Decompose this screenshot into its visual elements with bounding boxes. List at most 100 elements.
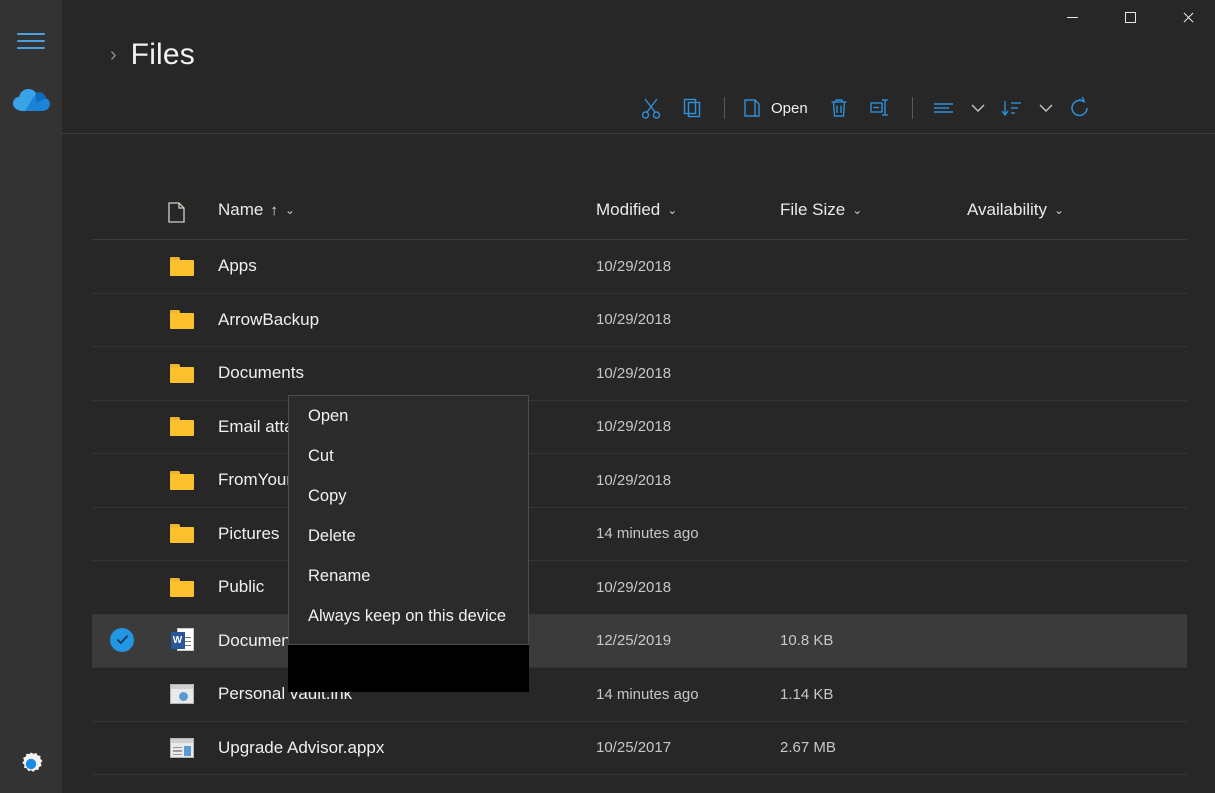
chevron-down-icon: ⌄ — [852, 203, 863, 217]
page-title: Files — [130, 38, 196, 71]
refresh-button[interactable] — [1059, 89, 1101, 127]
context-menu-item[interactable]: Open — [289, 396, 528, 436]
open-button[interactable]: Open — [735, 89, 818, 127]
rename-button[interactable] — [860, 89, 902, 127]
toolbar-divider-2 — [911, 97, 913, 119]
row-checkbox[interactable] — [110, 627, 136, 654]
view-lines-icon — [933, 103, 953, 113]
toolbar-divider-1 — [724, 97, 725, 119]
table-row[interactable]: Email atta 10/29/2018 — [92, 401, 1187, 454]
file-list: Apps 10/29/2018 ArrowBackup 10/29/2018 Docum… — [92, 240, 1187, 775]
table-row[interactable]: ArrowBackup 10/29/2018 — [92, 294, 1187, 347]
word-document-icon: W — [170, 627, 194, 654]
table-row[interactable]: FromYour 10/29/2018 — [92, 454, 1187, 508]
appx-package-icon — [170, 737, 194, 758]
copy-icon — [683, 98, 701, 118]
minimize-button[interactable] — [1043, 0, 1101, 34]
row-file-icon — [168, 306, 196, 334]
context-menu-render-artifact — [288, 645, 529, 692]
context-menu-item[interactable]: Copy — [289, 476, 528, 516]
table-row[interactable]: W Documen 12/25/2019 10.8 KB — [92, 614, 1187, 668]
row-file-icon — [168, 680, 196, 708]
sort-chevron-down-icon[interactable] — [1033, 89, 1059, 127]
settings-gear-button[interactable] — [16, 749, 46, 779]
row-file-icon — [168, 359, 196, 387]
close-button[interactable] — [1159, 0, 1215, 34]
row-file-size: 2.67 MB — [780, 739, 836, 757]
view-chevron-down-icon[interactable] — [965, 89, 991, 127]
row-file-icon — [168, 252, 196, 280]
row-modified: 12/25/2019 — [596, 632, 672, 650]
open-button-label: Open — [771, 99, 808, 117]
folder-icon — [170, 577, 194, 597]
row-modified: 14 minutes ago — [596, 685, 699, 703]
context-menu-item[interactable]: Delete — [289, 516, 528, 556]
column-header-name[interactable]: Name ↑ ⌄ — [218, 196, 295, 224]
table-row[interactable]: Documents 10/29/2018 — [92, 347, 1187, 401]
column-header-availability[interactable]: Availability ⌄ — [967, 196, 1064, 224]
table-row[interactable]: Public 10/29/2018 — [92, 561, 1187, 615]
row-modified: 10/25/2017 — [596, 739, 672, 757]
row-file-icon — [168, 734, 196, 762]
sort-icon — [1001, 101, 1021, 117]
row-name: Upgrade Advisor.appx — [218, 737, 385, 757]
row-name: Apps — [218, 256, 257, 276]
maximize-icon — [1124, 11, 1136, 23]
table-row[interactable]: Apps 10/29/2018 — [92, 240, 1187, 294]
row-name: Documen — [218, 630, 291, 650]
table-row[interactable]: Upgrade Advisor.appx 10/25/2017 2.67 MB — [92, 722, 1187, 775]
column-header-modified-label: Modified — [596, 200, 661, 219]
column-header-icon[interactable] — [168, 198, 185, 226]
chevron-down-icon: ⌄ — [284, 203, 295, 217]
row-modified: 10/29/2018 — [596, 418, 672, 436]
maximize-button[interactable] — [1101, 0, 1159, 34]
minimize-icon — [1066, 16, 1078, 18]
column-header-name-label: Name — [218, 200, 264, 219]
row-modified: 10/29/2018 — [596, 364, 672, 382]
folder-icon — [170, 524, 194, 544]
copy-button[interactable] — [672, 89, 714, 127]
table-row[interactable]: Personal vault.lnk 14 minutes ago 1.14 KB — [92, 668, 1187, 722]
column-header-modified[interactable]: Modified ⌄ — [596, 196, 677, 224]
context-menu-item[interactable]: Rename — [289, 556, 528, 596]
context-menu: Open Cut Copy Delete Rename Always keep on th… — [288, 395, 529, 645]
sidebar — [0, 0, 62, 793]
view-button[interactable] — [923, 89, 965, 127]
delete-button[interactable] — [818, 89, 860, 127]
gear-icon — [22, 752, 43, 772]
open-folder-icon — [744, 99, 760, 117]
cut-button[interactable] — [630, 89, 672, 127]
column-header-file-size[interactable]: File Size ⌄ — [780, 196, 862, 224]
chevron-down-icon: ⌄ — [667, 203, 678, 217]
row-modified: 14 minutes ago — [596, 525, 699, 543]
row-modified: 10/29/2018 — [596, 311, 672, 329]
onedrive-window: › Files Open Name ↑ ⌄ Modified ⌄ File Si… — [0, 0, 1215, 793]
folder-icon — [170, 417, 194, 437]
sort-button[interactable] — [991, 89, 1033, 127]
sort-ascending-icon: ↑ — [270, 201, 278, 219]
context-menu-item[interactable]: Cut — [289, 436, 528, 476]
row-name: Email atta — [218, 416, 294, 436]
row-name: Documents — [218, 363, 304, 383]
row-name: Public — [218, 577, 265, 597]
table-row[interactable]: Pictures 14 minutes ago — [92, 508, 1187, 561]
row-name: Pictures — [218, 523, 280, 543]
row-file-icon — [168, 573, 196, 601]
chevron-right-icon: › — [110, 44, 117, 66]
toolbar: Open — [630, 87, 1101, 129]
rename-icon — [870, 99, 888, 116]
scissors-icon — [641, 98, 661, 119]
trash-icon — [831, 99, 847, 117]
row-modified: 10/29/2018 — [596, 257, 672, 275]
row-name: FromYour — [218, 470, 293, 490]
onedrive-cloud-icon[interactable] — [12, 85, 50, 115]
row-modified: 10/29/2018 — [596, 471, 672, 489]
row-file-icon: W — [168, 627, 196, 655]
hamburger-icon[interactable] — [17, 33, 45, 49]
row-file-icon — [168, 520, 196, 548]
shortcut-link-icon — [170, 684, 194, 705]
row-name: ArrowBackup — [218, 309, 320, 329]
chevron-down-icon: ⌄ — [1054, 203, 1065, 217]
row-modified: 10/29/2018 — [596, 578, 672, 596]
context-menu-item[interactable]: Always keep on this device — [289, 596, 528, 636]
